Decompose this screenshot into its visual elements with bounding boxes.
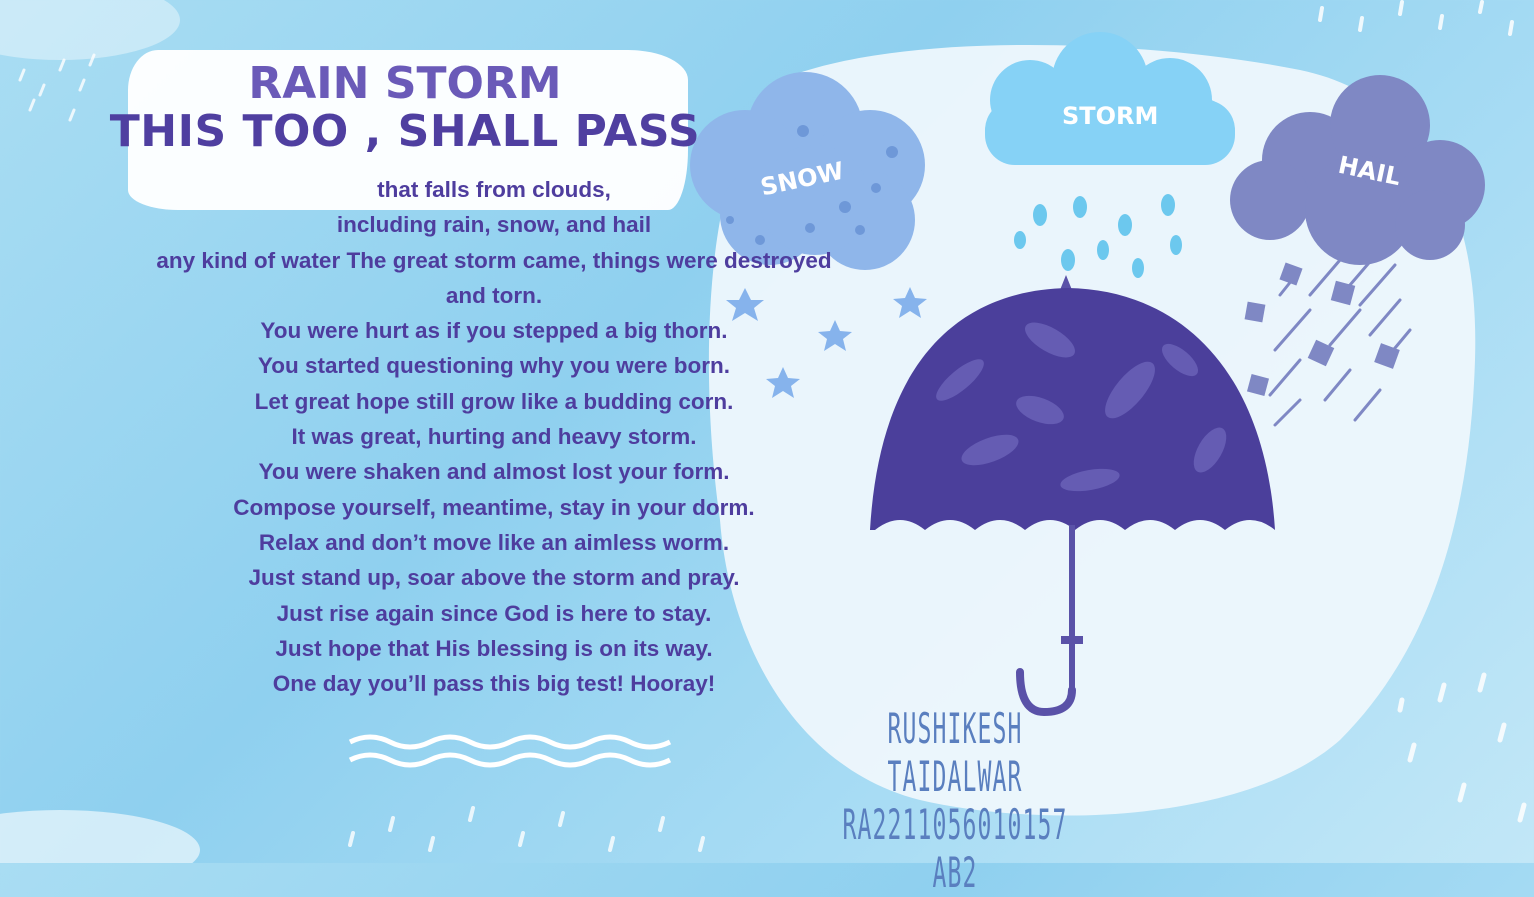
rain-dashes-bottom-right — [1397, 672, 1527, 823]
rain-dashes-top-left — [18, 53, 96, 122]
poem-line: any kind of water The great storm came, … — [156, 247, 832, 273]
poem: that falls from clouds, including rain, … — [100, 172, 888, 701]
poem-line: You started questioning why you were bor… — [257, 353, 731, 379]
signature-id: RA2211056010157 — [842, 800, 1068, 849]
poem-line: and torn. — [445, 282, 543, 308]
signature-name: RUSHIKESH TAIDALWAR — [887, 704, 1023, 801]
storm-cloud-label: STORM — [1062, 102, 1159, 130]
poem-line: Relax and don’t move like an aimless wor… — [258, 529, 730, 555]
poem-line: Just rise again since God is here to sta… — [276, 600, 712, 626]
poem-line: It was great, hurting and heavy storm. — [291, 424, 697, 450]
poem-line: Just hope that His blessing is on its wa… — [275, 635, 713, 661]
title-line-1: RAIN STORM — [248, 58, 562, 109]
poem-line: Compose yourself, meantime, stay in your… — [233, 494, 755, 520]
poem-line: including rain, snow, and hail — [336, 212, 652, 238]
poem-line: You were shaken and almost lost your for… — [258, 459, 730, 485]
poem-line: Just stand up, soar above the storm and … — [248, 565, 740, 591]
poem-line: You were hurt as if you stepped a big th… — [260, 318, 728, 344]
poem-line: Let great hope still grow like a budding… — [254, 388, 734, 414]
signature: RUSHIKESH TAIDALWAR RA2211056010157 AB2 — [837, 705, 1074, 897]
rain-dashes-bottom-left — [348, 806, 705, 852]
wave-icon — [348, 734, 672, 768]
poem-line: One day you’ll pass this big test! Hoora… — [272, 671, 716, 697]
signature-section: AB2 — [932, 848, 978, 897]
title-line-2: THIS TOO , SHALL PASS — [109, 106, 701, 157]
rain-dashes-top-right — [1318, 0, 1514, 36]
